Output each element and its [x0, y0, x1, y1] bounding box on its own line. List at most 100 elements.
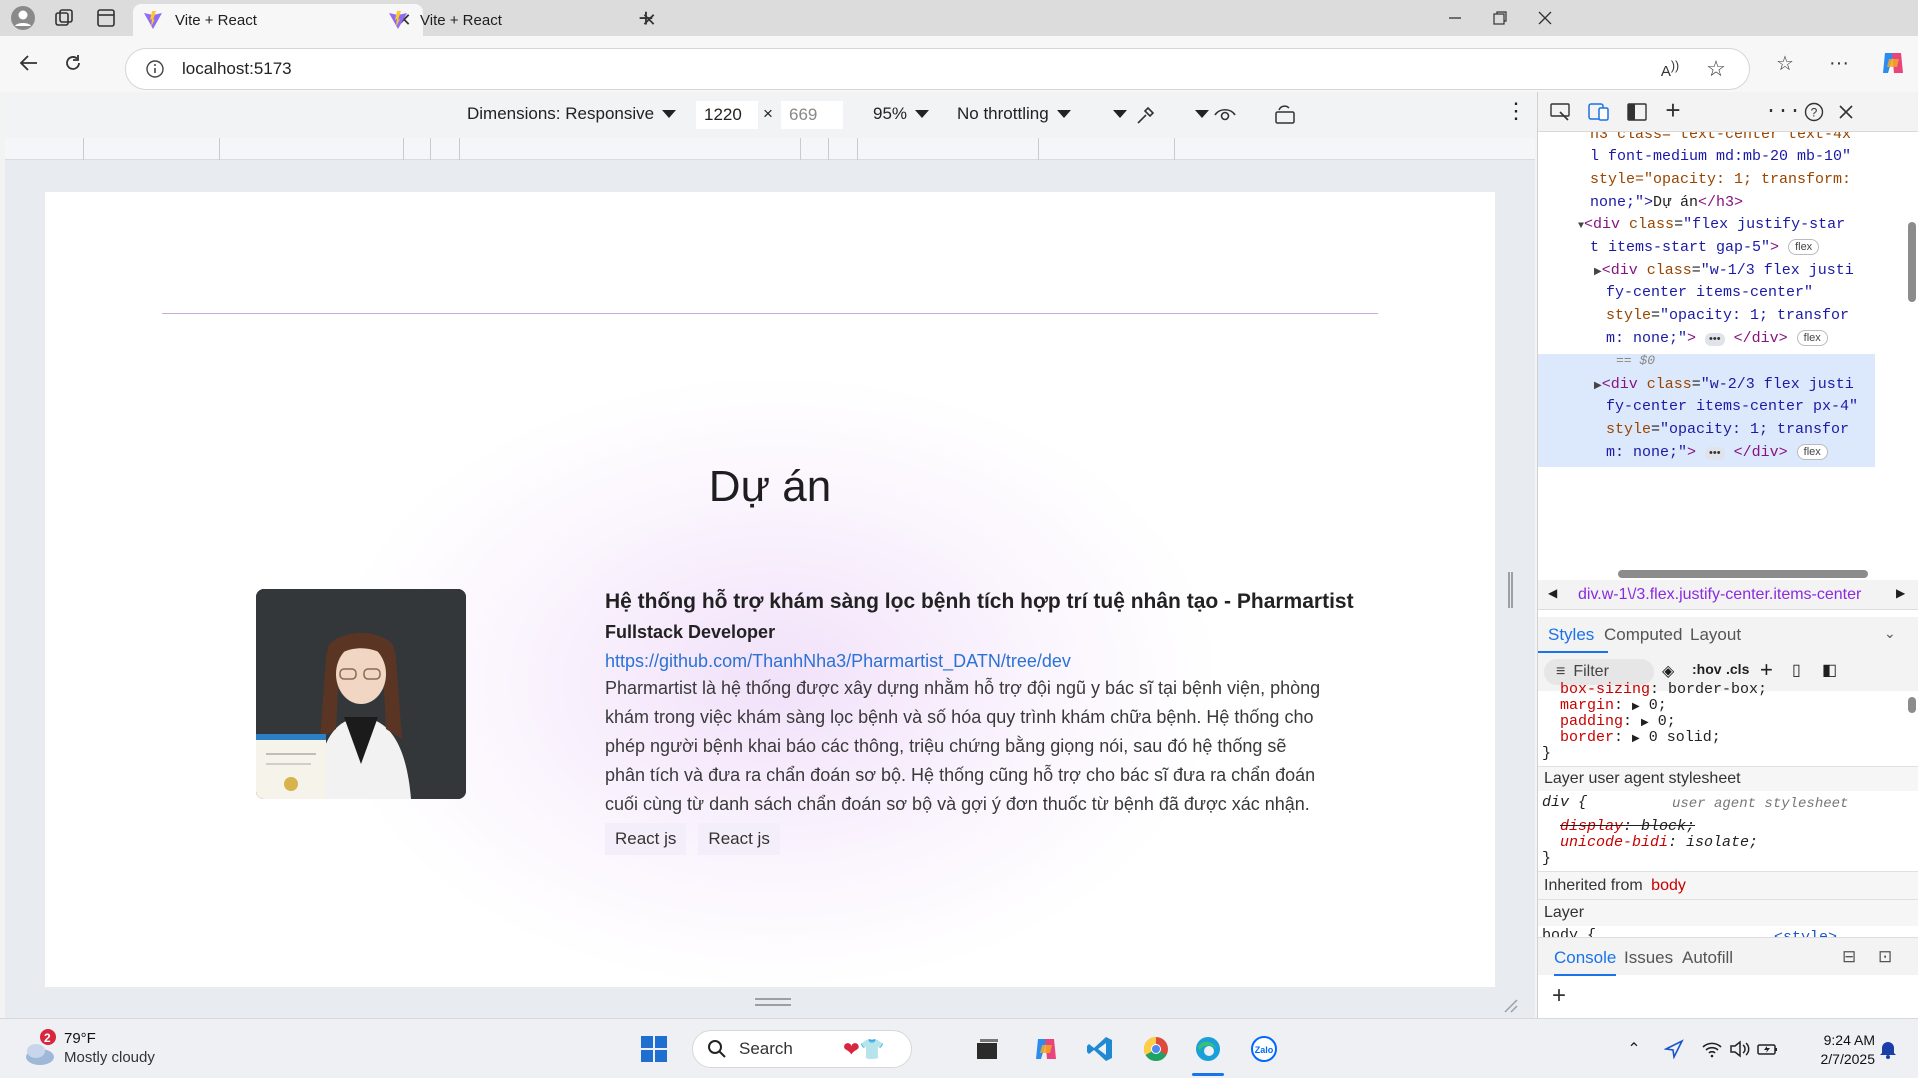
tab-computed[interactable]: Computed [1604, 625, 1682, 645]
tab-styles[interactable]: Styles [1548, 625, 1594, 645]
tab-issues[interactable]: Issues [1624, 948, 1673, 968]
task-view-button[interactable] [970, 1031, 1006, 1067]
flex-badge[interactable]: flex [1796, 330, 1828, 347]
copilot-taskbar-button[interactable] [1028, 1031, 1064, 1067]
css-value: 0 solid; [1648, 729, 1721, 746]
more-options-dropdown[interactable] [1105, 110, 1127, 118]
start-button[interactable] [636, 1031, 672, 1067]
inherited-element-link[interactable]: body [1651, 877, 1686, 894]
copilot-button[interactable] [1878, 48, 1908, 78]
breadcrumb-left-arrow[interactable]: ◀ [1548, 586, 1557, 600]
inspect-element-button[interactable] [1548, 100, 1574, 124]
show-hidden-icons-button[interactable]: ⌃ [1616, 1031, 1652, 1067]
device-toolbar-toggle[interactable] [1586, 100, 1612, 124]
favorites-button[interactable]: ☆ [1772, 50, 1798, 76]
new-rule-plus-icon[interactable]: + [1760, 657, 1773, 683]
info-icon[interactable] [146, 60, 164, 78]
taskbar-search[interactable]: Search ❤👕 [692, 1030, 912, 1068]
dom-value: "opacity: 1; transfor [1660, 421, 1850, 438]
viewport-width-handle[interactable] [1508, 572, 1513, 608]
chrome-icon [1143, 1037, 1168, 1062]
width-input[interactable]: 1220 [696, 101, 758, 129]
new-tab-button[interactable]: + [634, 3, 658, 33]
drawer-expand-icon[interactable]: ⊡ [1878, 947, 1892, 967]
tab-actions-button[interactable] [94, 6, 118, 30]
viewport-corner-handle[interactable] [1503, 998, 1519, 1014]
breadcrumb[interactable]: div.w-1\/3.flex.justify-center.items-cen… [1578, 586, 1861, 604]
edge-button[interactable] [1190, 1031, 1226, 1067]
height-input[interactable]: 669 [781, 101, 843, 129]
maximize-button[interactable] [1488, 6, 1512, 30]
flex-badge[interactable]: flex [1788, 239, 1820, 256]
tab-layout[interactable]: Layout [1690, 625, 1741, 645]
tab-console[interactable]: Console [1554, 948, 1616, 968]
flex-badge[interactable]: flex [1796, 444, 1828, 461]
description-line: phân tích và đưa ra chẩn đoán sơ bộ. Hệ … [605, 765, 1316, 785]
chrome-button[interactable] [1138, 1031, 1174, 1067]
chevron-down-icon[interactable]: ⌄ [1884, 625, 1896, 642]
tab-autofill[interactable]: Autofill [1682, 948, 1733, 968]
close-devtools-button[interactable] [1834, 100, 1858, 124]
hov-toggle[interactable]: :hov [1692, 661, 1722, 677]
dimensions-dropdown[interactable]: Dimensions: Responsive [467, 104, 677, 124]
vscode-button[interactable] [1082, 1031, 1118, 1067]
dom-node-flex-container[interactable]: ▼<div class="flex justify-star [1578, 214, 1845, 239]
collapsed-children[interactable]: ••• [1705, 447, 1725, 460]
drawer-options-icon[interactable]: ⊟ [1842, 947, 1856, 967]
inherited-header: Inherited from body [1538, 871, 1918, 899]
vision-dropdown[interactable] [1187, 110, 1209, 118]
elements-horizontal-scrollbar[interactable] [1618, 570, 1868, 578]
help-button[interactable]: ? [1802, 100, 1826, 124]
throttling-dropdown[interactable]: No throttling [957, 104, 1071, 124]
tab-strip: Vite + React ✕ Vite + React ✕ + [0, 0, 1918, 36]
favorite-button[interactable]: ☆ [1704, 56, 1728, 81]
elements-vertical-scrollbar[interactable] [1908, 222, 1916, 302]
dom-text: Dự án [1653, 194, 1699, 211]
copilot-icon [1036, 1039, 1056, 1059]
cls-toggle[interactable]: .cls [1726, 661, 1749, 677]
read-aloud-button[interactable]: A)) [1658, 57, 1682, 81]
taskbar-clock[interactable]: 9:24 AM 2/7/2025 [1785, 1031, 1876, 1069]
close-window-button[interactable] [1533, 6, 1557, 30]
weather-condition: Mostly cloudy [64, 1049, 155, 1066]
device-toolbar-menu-button[interactable]: ⋮ [1505, 98, 1527, 124]
dom-node-sibling[interactable]: ▶<div class="w-2/3 flex justi [1594, 374, 1854, 399]
devtools-menu-button[interactable]: ··· [1765, 98, 1801, 124]
profile-avatar[interactable] [10, 5, 36, 31]
search-highlight-icon: ❤👕 [843, 1039, 885, 1061]
location-button[interactable] [1656, 1031, 1692, 1067]
minimize-button[interactable] [1443, 6, 1467, 30]
zalo-button[interactable]: Zalo [1246, 1031, 1282, 1067]
workspaces-button[interactable] [52, 6, 76, 30]
more-tools-button[interactable]: + [1660, 94, 1686, 125]
tab-vite-react-2[interactable]: Vite + React ✕ [378, 4, 668, 36]
battery-button[interactable] [1750, 1031, 1786, 1067]
zoom-dropdown[interactable]: 95% [873, 104, 930, 124]
styles-scrollbar[interactable] [1908, 697, 1916, 713]
vision-deficiency-button[interactable] [1213, 104, 1237, 126]
project-repo-link[interactable]: https://github.com/ThanhNha3/Pharmartist… [605, 651, 1380, 672]
paint-brush-icon[interactable]: ▯ [1792, 660, 1801, 680]
settings-more-button[interactable]: ··· [1826, 50, 1852, 76]
more-vertical-icon: ⋮ [1505, 98, 1527, 123]
back-button[interactable] [16, 50, 42, 76]
rotate-button[interactable] [1273, 104, 1297, 126]
viewport-height-handle[interactable] [755, 998, 791, 1006]
dom-tag: <div [1601, 376, 1638, 393]
collapsed-children[interactable]: ••• [1705, 333, 1725, 346]
windows-logo-icon [641, 1036, 667, 1062]
sidebar-toggle-icon[interactable]: ◧ [1822, 660, 1837, 680]
dom-node-selected[interactable]: ▶<div class="w-1/3 flex justi [1594, 260, 1854, 285]
eyedropper-button[interactable] [1135, 104, 1157, 126]
web-page: Dự án Hệ thống hỗ trợ khám sàng lọc bệnh… [45, 192, 1495, 987]
refresh-button[interactable] [60, 50, 86, 76]
layers-icon[interactable]: ◈ [1662, 661, 1674, 681]
breadcrumb-right-arrow[interactable]: ▶ [1896, 586, 1905, 600]
notifications-button[interactable] [1870, 1031, 1906, 1067]
add-drawer-plus-icon[interactable]: + [1552, 982, 1566, 1010]
more-icon: ··· [1765, 99, 1802, 123]
dock-side-button[interactable] [1624, 100, 1650, 124]
address-bar[interactable]: localhost:5173 A)) ☆ [125, 48, 1750, 90]
weather-widget[interactable]: 2 79°F Mostly cloudy [18, 1029, 155, 1067]
plus-icon: + [1665, 94, 1681, 125]
